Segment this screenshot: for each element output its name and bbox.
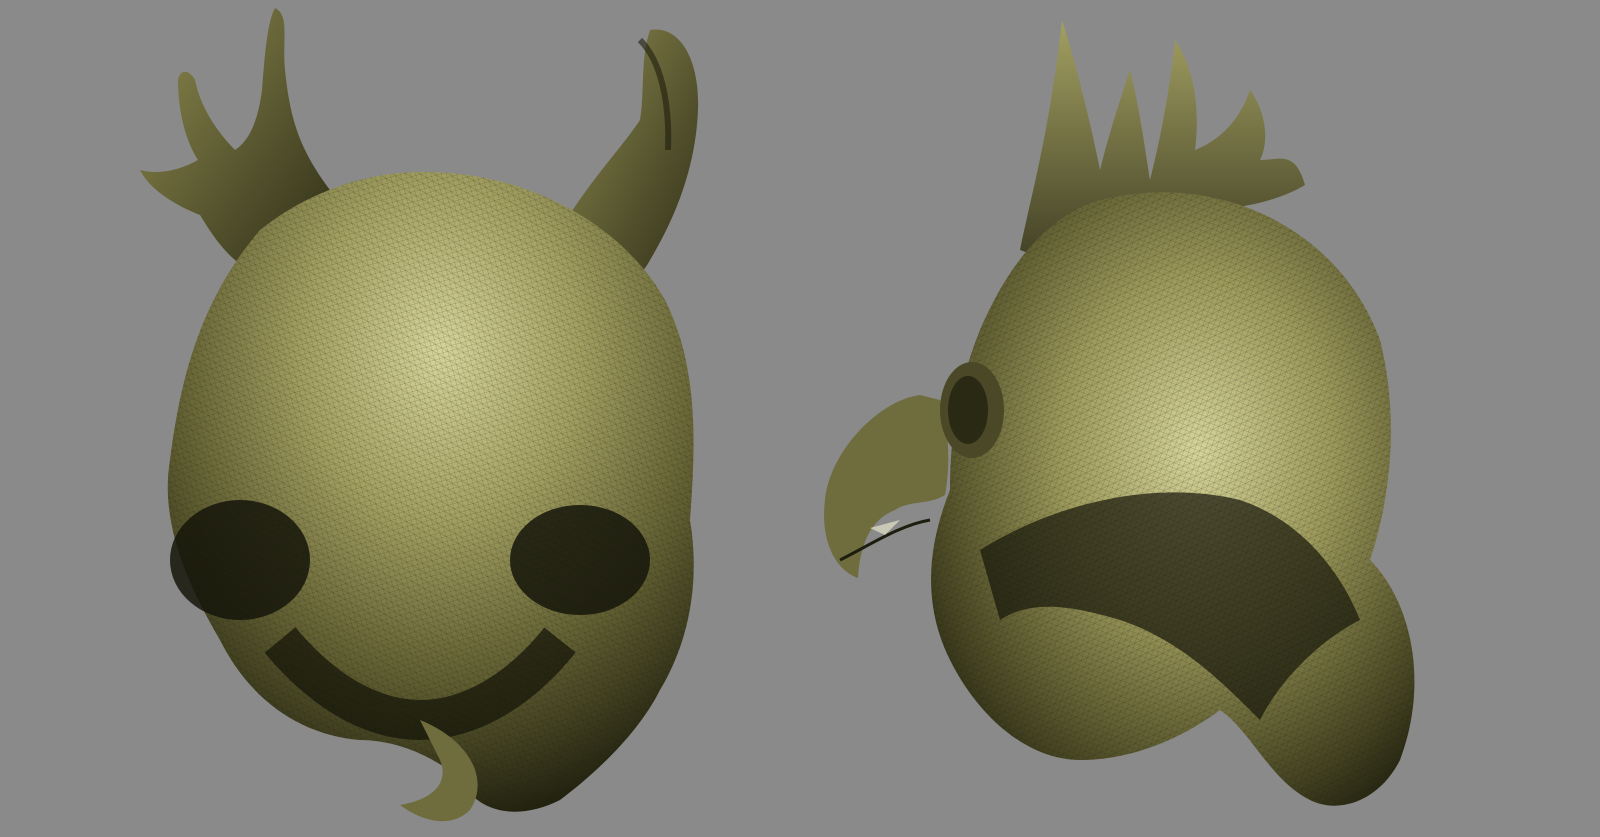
left-eye-socket [170, 500, 310, 620]
creature-head-front-view [0, 0, 800, 837]
creature-head-side-view [800, 0, 1600, 837]
beak [824, 395, 949, 578]
right-eye-socket [510, 505, 650, 615]
front-model-render [140, 8, 699, 822]
side-model-render [824, 20, 1415, 806]
render-viewport [0, 0, 1600, 837]
